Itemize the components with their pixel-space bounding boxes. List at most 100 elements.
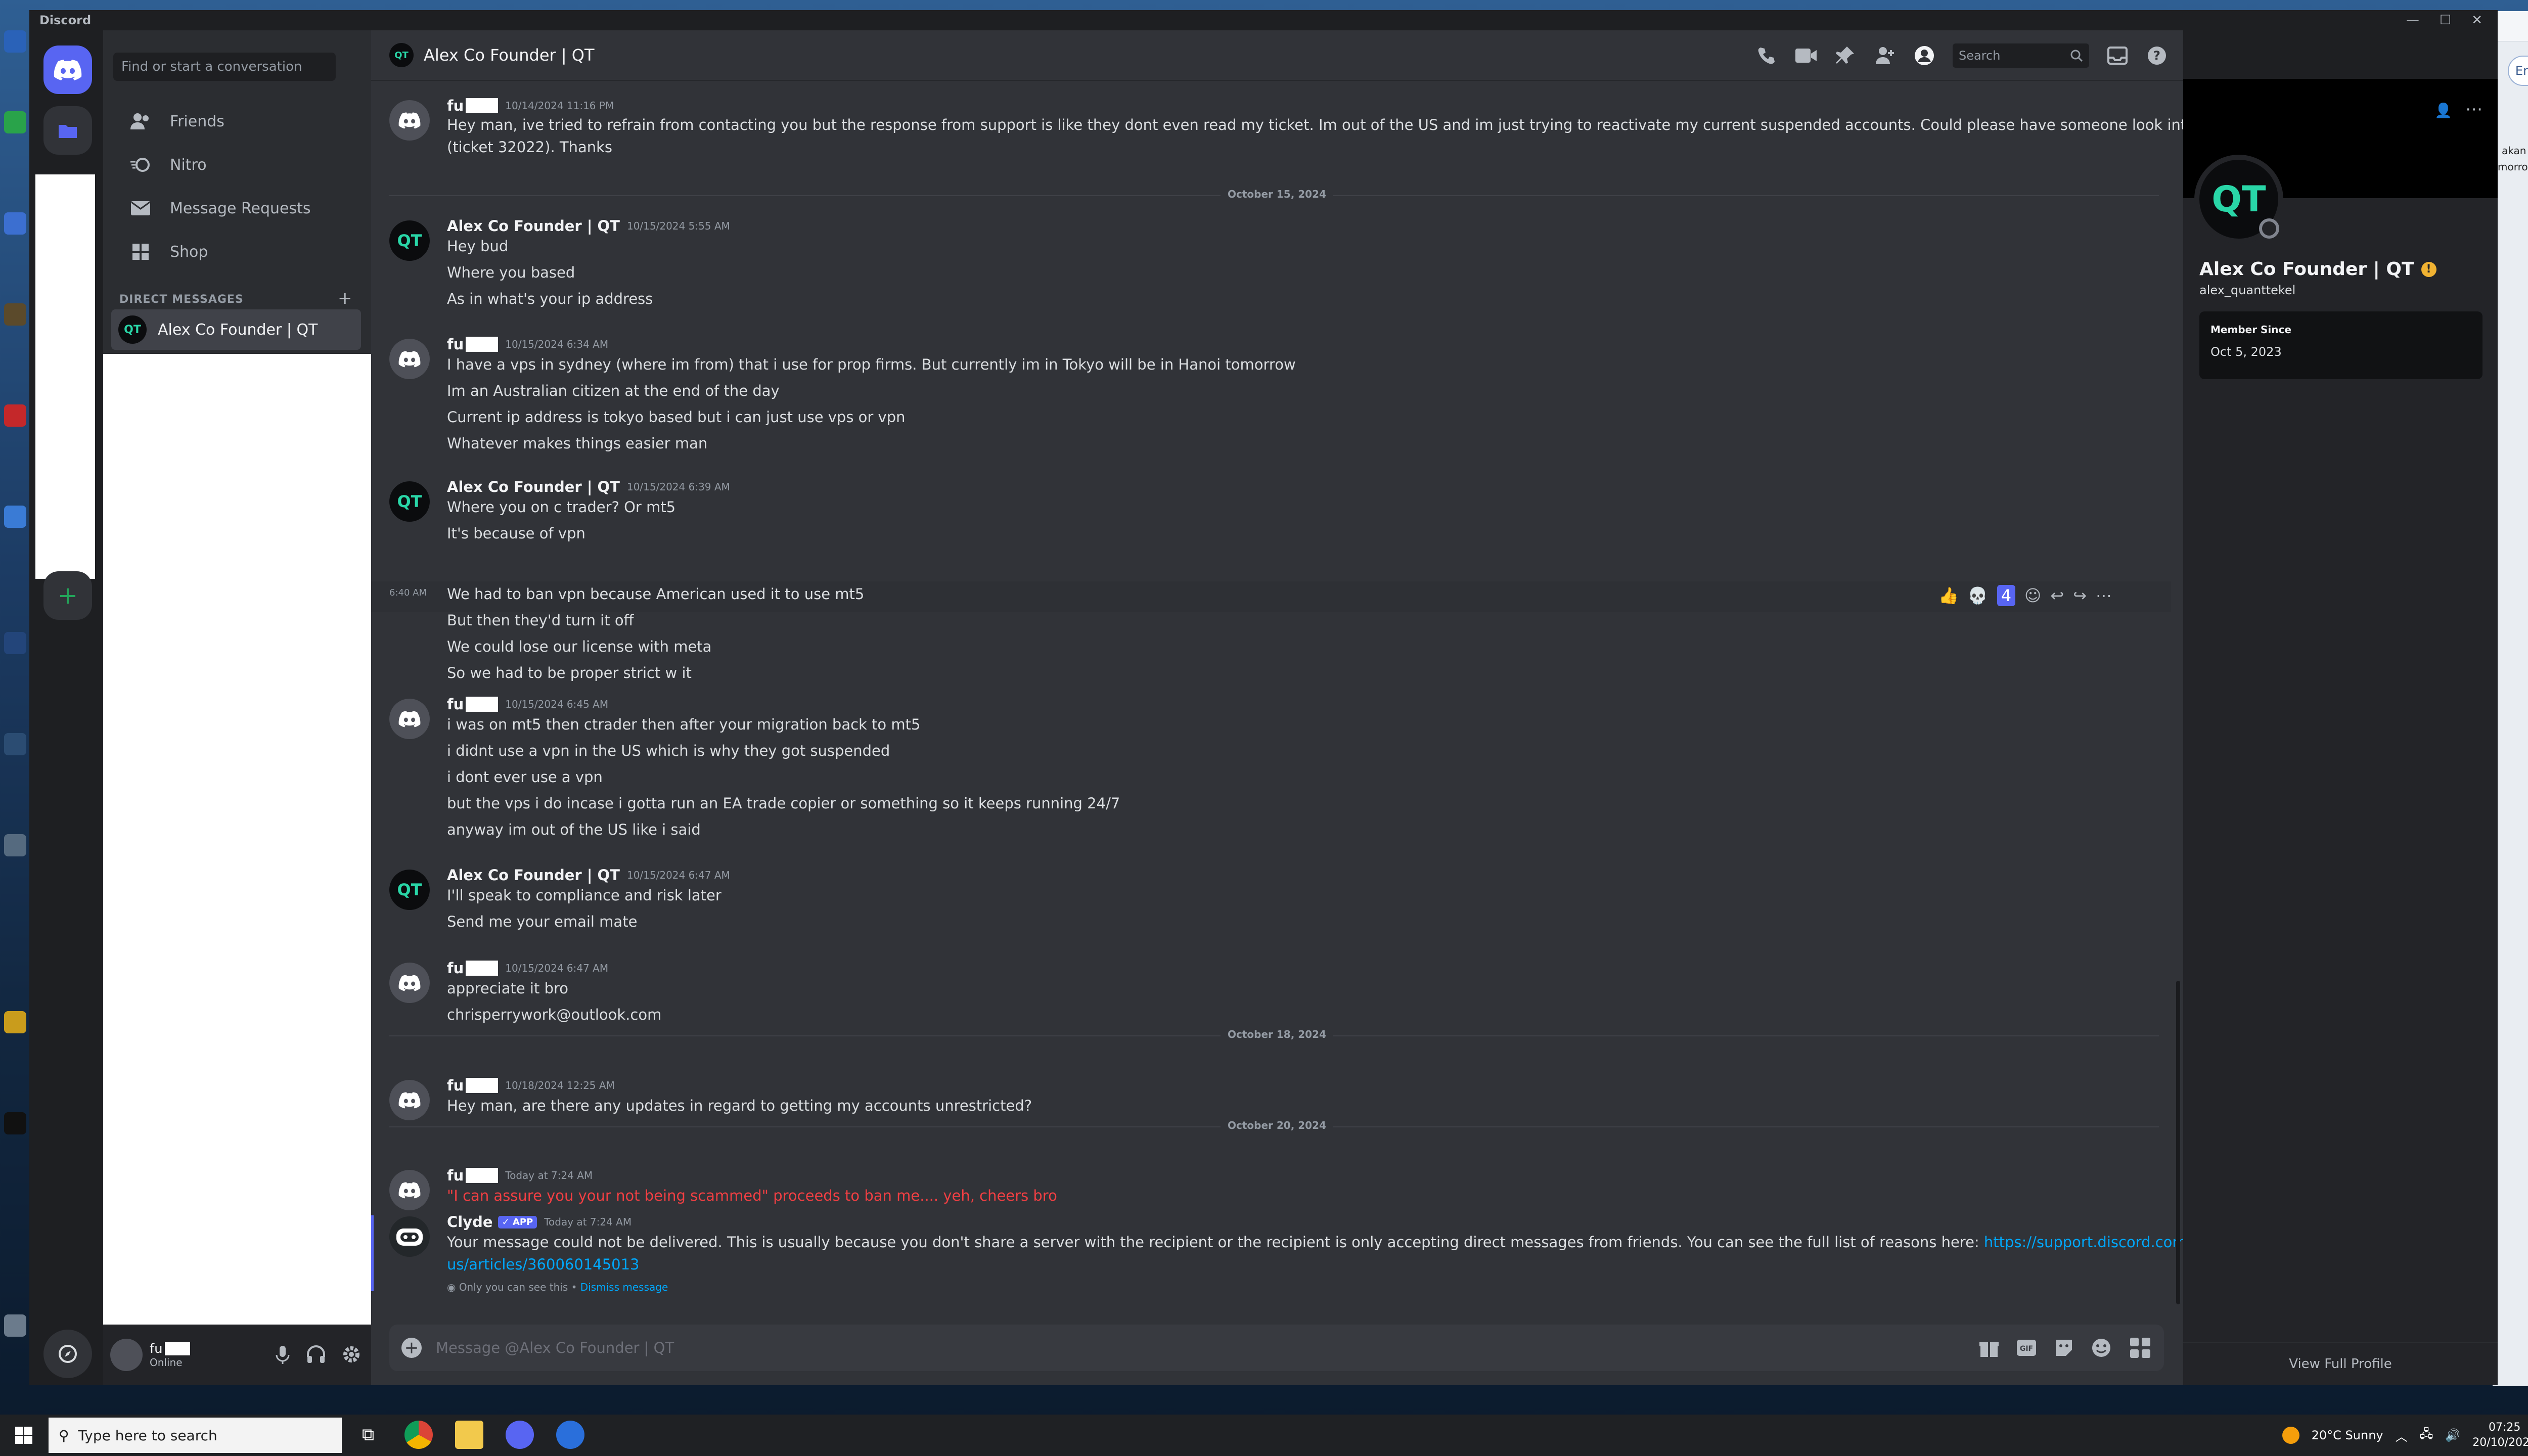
message-line: chrisperrywork@outlook.com: [447, 1006, 662, 1023]
user-status: Online: [150, 1356, 183, 1369]
add-friend-profile-icon[interactable]: 👤: [2434, 102, 2452, 119]
folder-icon[interactable]: [43, 106, 92, 155]
nav-message-requests[interactable]: Message Requests: [113, 188, 361, 229]
more-icon[interactable]: ⋯: [2096, 586, 2112, 605]
maximize-button[interactable]: ☐: [2440, 13, 2451, 28]
message-line: but the vps i do incase i gotta run an E…: [447, 795, 1120, 812]
avatar[interactable]: QT: [389, 870, 430, 910]
message-line: Hey bud: [447, 238, 509, 255]
app-taskbar-icon[interactable]: [556, 1421, 584, 1449]
dm-header: DIRECT MESSAGES: [119, 293, 244, 306]
phone-icon[interactable]: [1755, 44, 1778, 67]
message-author[interactable]: fu 10/15/2024 6:47 AM: [447, 960, 608, 977]
emoji-icon[interactable]: [2091, 1338, 2111, 1358]
nav-nitro-label: Nitro: [170, 156, 207, 174]
file-explorer-icon[interactable]: [455, 1421, 483, 1449]
avatar[interactable]: [389, 963, 430, 1003]
network-icon[interactable]: 🖧: [2420, 1425, 2433, 1446]
avatar[interactable]: QT: [389, 481, 430, 522]
task-view-icon[interactable]: ⧉: [354, 1421, 382, 1449]
search-input[interactable]: Search: [1953, 43, 2089, 68]
message-author[interactable]: Alex Co Founder | QT 10/15/2024 6:39 AM: [447, 478, 730, 495]
clock-date: 20/10/2024: [2472, 1436, 2528, 1449]
forward-icon[interactable]: ↪: [2073, 586, 2087, 605]
new-dm-icon[interactable]: +: [338, 288, 352, 308]
error-label: Error: [2515, 64, 2528, 78]
message-author[interactable]: Clyde ✓ APP Today at 7:24 AM: [447, 1213, 631, 1231]
help-icon[interactable]: ?: [2146, 44, 2168, 67]
avatar[interactable]: [389, 1080, 430, 1120]
minimize-button[interactable]: —: [2406, 13, 2419, 28]
message-author[interactable]: Alex Co Founder | QT 10/15/2024 5:55 AM: [447, 217, 730, 235]
headphones-icon[interactable]: [306, 1345, 326, 1364]
message-timestamp: 10/15/2024 6:47 AM: [505, 962, 609, 974]
explore-icon[interactable]: [43, 1330, 92, 1378]
four-reaction[interactable]: 4: [1997, 585, 2016, 606]
avatar[interactable]: [389, 100, 430, 141]
avatar[interactable]: [389, 699, 430, 739]
taskbar-search[interactable]: ⚲ Type here to search: [49, 1418, 342, 1453]
inbox-icon[interactable]: [2106, 44, 2129, 67]
pin-icon[interactable]: [1834, 44, 1857, 67]
reply-icon[interactable]: ↩: [2050, 586, 2064, 605]
add-server-icon[interactable]: +: [43, 571, 92, 620]
user-avatar[interactable]: [110, 1339, 143, 1371]
discord-taskbar-icon[interactable]: [506, 1421, 534, 1449]
discord-home-button[interactable]: [43, 46, 92, 94]
clock[interactable]: 07:25 20/10/2024: [2472, 1420, 2528, 1450]
dm-item-alex[interactable]: QT Alex Co Founder | QT: [111, 309, 361, 350]
header-toolbar: Search ?: [1755, 30, 2168, 81]
avatar[interactable]: [389, 339, 430, 379]
add-reaction-icon[interactable]: ☺: [2024, 586, 2041, 605]
avatar[interactable]: [389, 1170, 430, 1210]
close-button[interactable]: ✕: [2471, 13, 2482, 28]
gear-icon[interactable]: [342, 1345, 361, 1364]
skull-icon[interactable]: 💀: [1968, 586, 1988, 605]
add-attachment-icon[interactable]: +: [401, 1338, 422, 1358]
add-friend-icon[interactable]: [1874, 44, 1896, 67]
find-conversation-input[interactable]: Find or start a conversation: [113, 53, 336, 81]
sticker-icon[interactable]: [2054, 1338, 2074, 1358]
clyde-avatar[interactable]: [389, 1216, 430, 1257]
message-author[interactable]: fu 10/18/2024 12:25 AM: [447, 1077, 615, 1094]
message-line: appreciate it bro: [447, 980, 569, 997]
message-line: Hey man, ive tried to refrain from conta…: [447, 116, 2218, 133]
chrome-icon[interactable]: [404, 1421, 433, 1449]
message-timestamp: 10/14/2024 11:16 PM: [505, 100, 614, 112]
dismiss-message-link[interactable]: Dismiss message: [580, 1281, 668, 1293]
thumbs-up-icon[interactable]: 👍: [1938, 586, 1959, 605]
support-link-cont: us/articles/360060145013: [447, 1256, 640, 1273]
ephemeral-text: Only you can see this •: [459, 1281, 580, 1293]
message-input[interactable]: + Message @Alex Co Founder | QT GIF: [389, 1325, 2164, 1371]
window-title: Discord: [29, 10, 2498, 30]
avatar[interactable]: QT: [389, 220, 430, 261]
more-options-icon[interactable]: ⋯: [2465, 99, 2482, 119]
message-line: But then they'd turn it off: [447, 612, 634, 629]
view-full-profile-button[interactable]: View Full Profile: [2183, 1342, 2498, 1385]
message-author[interactable]: fu 10/15/2024 6:34 AM: [447, 336, 608, 353]
nav-shop[interactable]: Shop: [113, 232, 361, 272]
weather-icon[interactable]: [2282, 1427, 2299, 1444]
support-link[interactable]: us/articles/360060145013: [447, 1256, 640, 1273]
message-author[interactable]: fu Today at 7:24 AM: [447, 1167, 593, 1184]
tray-chevron-icon[interactable]: ︿: [2396, 1427, 2408, 1444]
header-avatar: QT: [389, 43, 414, 67]
profile-toggle-icon[interactable]: [1913, 44, 1935, 67]
video-icon[interactable]: [1795, 44, 1817, 67]
scrollbar[interactable]: [2176, 981, 2180, 1304]
message-author[interactable]: Alex Co Founder | QT 10/15/2024 6:47 AM: [447, 867, 730, 884]
nav-nitro[interactable]: Nitro: [113, 145, 361, 185]
gift-icon[interactable]: [1979, 1338, 1999, 1358]
dm-item-name: Alex Co Founder | QT: [158, 321, 318, 339]
warning-icon[interactable]: !: [2421, 261, 2436, 277]
volume-icon[interactable]: 🔊: [2445, 1428, 2460, 1442]
message-author[interactable]: fu 10/15/2024 6:45 AM: [447, 696, 608, 713]
mic-icon[interactable]: [275, 1345, 290, 1365]
windows-start-icon[interactable]: [15, 1427, 32, 1444]
message-timestamp: 10/15/2024 5:55 AM: [626, 220, 730, 232]
message-author[interactable]: fu 10/14/2024 11:16 PM: [447, 97, 614, 114]
weather-text[interactable]: 20°C Sunny: [2312, 1428, 2383, 1442]
apps-icon[interactable]: [2129, 1336, 2152, 1359]
gif-icon[interactable]: GIF: [2016, 1339, 2037, 1356]
nav-friends[interactable]: Friends: [113, 101, 361, 142]
